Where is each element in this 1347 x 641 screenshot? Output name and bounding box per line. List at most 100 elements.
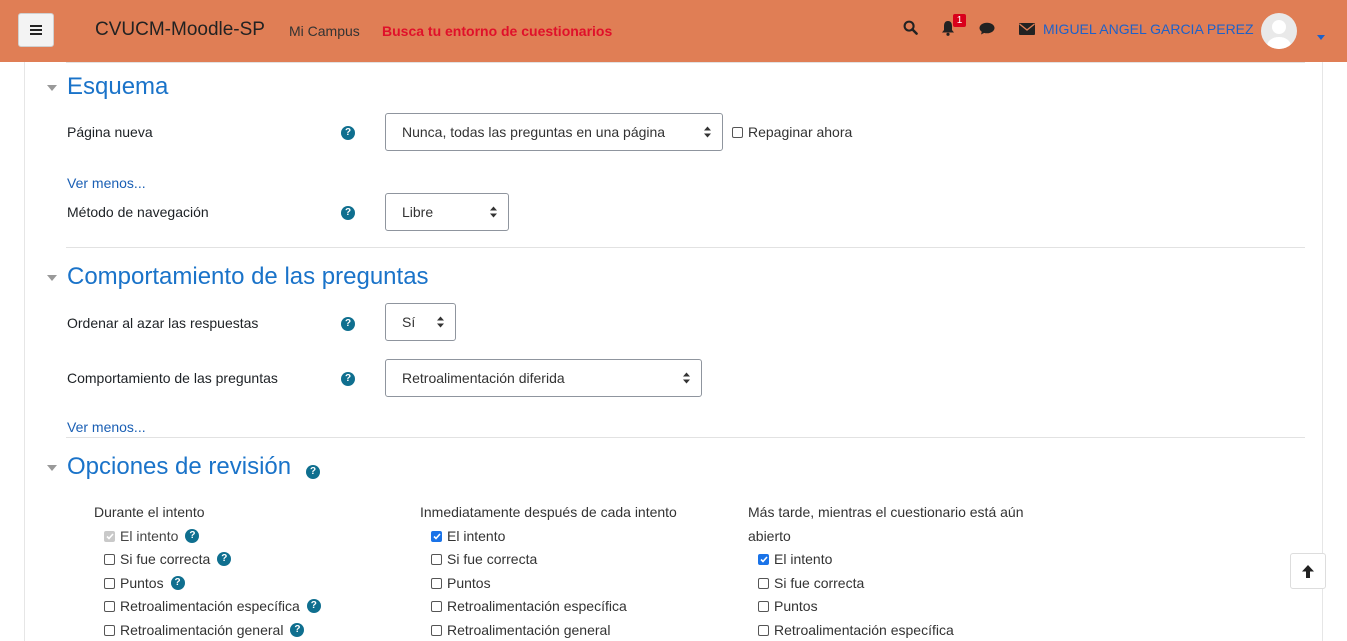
option-label: Retroalimentación general [120, 622, 284, 638]
checkbox-box[interactable] [431, 600, 442, 612]
cb-durante-retro-general[interactable]: Retroalimentación general ? [104, 622, 305, 638]
ver-menos-link[interactable]: Ver menos... [67, 175, 146, 191]
checkbox-box[interactable] [431, 553, 442, 565]
notification-badge: 1 [953, 14, 966, 27]
caret-down-icon [47, 85, 57, 91]
checkbox-box [104, 530, 115, 542]
cb-tarde-retro-especifica[interactable]: Retroalimentación específica [758, 622, 954, 638]
menu-button[interactable] [18, 13, 54, 47]
column-header-mas-tarde-line2: abierto [748, 528, 791, 544]
option-label: Puntos [774, 598, 818, 614]
cb-tarde-correcta[interactable]: Si fue correcta [758, 575, 864, 591]
checkbox-box[interactable] [431, 530, 442, 542]
top-navbar: CVUCM-Moodle-SP Mi Campus Busca tu entor… [0, 0, 1347, 62]
chat-icon[interactable] [979, 22, 995, 35]
checkbox-box[interactable] [104, 553, 115, 565]
select-arrows-icon [490, 206, 497, 218]
cb-inmediato-retro-especifica[interactable]: Retroalimentación específica [431, 598, 627, 614]
column-header-durante: Durante el intento [94, 504, 205, 520]
metodo-navegacion-select[interactable]: Libre [385, 193, 509, 231]
collapse-toggle-esquema[interactable] [47, 85, 57, 91]
collapse-toggle-revision[interactable] [47, 465, 57, 471]
ordenar-azar-label: Ordenar al azar las respuestas [67, 315, 259, 331]
checkbox-box[interactable] [758, 624, 769, 636]
comportamiento-preguntas-value: Retroalimentación diferida [402, 370, 565, 386]
checkbox-box[interactable] [431, 624, 442, 636]
metodo-navegacion-value: Libre [402, 204, 434, 220]
checkbox-box[interactable] [431, 577, 442, 589]
checkbox-box[interactable] [104, 577, 115, 589]
checkbox-box[interactable] [758, 600, 769, 612]
option-label: Retroalimentación específica [447, 598, 627, 614]
option-label: Puntos [120, 575, 164, 591]
option-label: Si fue correcta [120, 551, 211, 567]
comportamiento-preguntas-select[interactable]: Retroalimentación diferida [385, 359, 702, 397]
select-arrows-icon [704, 126, 711, 138]
comportamiento-preguntas-label: Comportamiento de las preguntas [67, 370, 278, 386]
checkbox-box[interactable] [104, 600, 115, 612]
user-menu-name[interactable]: MIGUEL ANGEL GARCIA PEREZ [1043, 21, 1254, 37]
select-arrows-icon [683, 372, 690, 384]
repaginar-label: Repaginar ahora [748, 124, 853, 140]
select-arrows-icon [437, 316, 444, 328]
option-label: El intento [447, 528, 506, 544]
option-label: Retroalimentación específica [120, 598, 300, 614]
section-title-revision[interactable]: Opciones de revisión [67, 453, 291, 481]
cb-tarde-puntos[interactable]: Puntos [758, 598, 818, 614]
pagina-nueva-label: Página nueva [67, 124, 153, 140]
content-frame-left [24, 62, 25, 641]
caret-down-icon[interactable] [1317, 27, 1325, 45]
checkbox-box[interactable] [104, 624, 115, 636]
envelope-icon[interactable] [1019, 23, 1035, 35]
help-icon[interactable]: ? [341, 126, 355, 140]
help-icon[interactable]: ? [341, 317, 355, 331]
cb-durante-puntos[interactable]: Puntos ? [104, 575, 185, 591]
search-quiz-environment-link[interactable]: Busca tu entorno de cuestionarios [382, 23, 612, 39]
section-title-comportamiento[interactable]: Comportamiento de las preguntas [67, 263, 429, 291]
option-label: Si fue correcta [447, 551, 538, 567]
collapse-toggle-comportamiento[interactable] [47, 275, 57, 281]
cb-inmediato-intento[interactable]: El intento [431, 528, 505, 544]
avatar[interactable] [1261, 13, 1297, 49]
cb-inmediato-retro-general[interactable]: Retroalimentación general [431, 622, 610, 638]
help-icon[interactable]: ? [185, 529, 200, 543]
back-to-top-button[interactable] [1290, 553, 1326, 589]
section-title-esquema[interactable]: Esquema [67, 73, 168, 101]
mi-campus-link[interactable]: Mi Campus [289, 23, 360, 39]
cb-inmediato-puntos[interactable]: Puntos [431, 575, 491, 591]
repaginar-checkbox[interactable]: Repaginar ahora [732, 124, 852, 140]
help-icon[interactable]: ? [341, 372, 355, 386]
option-label: El intento [120, 528, 179, 544]
site-brand[interactable]: CVUCM-Moodle-SP [95, 19, 265, 41]
checkbox-box[interactable] [758, 577, 769, 589]
pagina-nueva-value: Nunca, todas las preguntas en una página [402, 124, 666, 140]
cb-durante-correcta[interactable]: Si fue correcta ? [104, 551, 232, 567]
divider [66, 62, 1305, 63]
caret-down-icon [47, 275, 57, 281]
metodo-navegacion-label: Método de navegación [67, 204, 209, 220]
cb-durante-retro-especifica[interactable]: Retroalimentación específica ? [104, 598, 321, 614]
column-header-mas-tarde: Más tarde, mientras el cuestionario está… [748, 504, 1024, 520]
caret-down-icon [47, 465, 57, 471]
checkbox-box[interactable] [758, 553, 769, 565]
ordenar-azar-value: Sí [402, 314, 416, 330]
ordenar-azar-select[interactable]: Sí [385, 303, 456, 341]
option-label: Puntos [447, 575, 491, 591]
menu-icon [30, 25, 42, 35]
checkbox-box[interactable] [732, 126, 743, 138]
cb-durante-intento: El intento ? [104, 528, 200, 544]
help-icon[interactable]: ? [306, 465, 320, 479]
help-icon[interactable]: ? [217, 552, 232, 566]
search-icon[interactable] [903, 20, 918, 35]
help-icon[interactable]: ? [170, 576, 185, 590]
ver-menos-link[interactable]: Ver menos... [67, 419, 146, 435]
arrow-up-icon [1302, 564, 1314, 578]
help-icon[interactable]: ? [290, 623, 305, 637]
pagina-nueva-select[interactable]: Nunca, todas las preguntas en una página [385, 113, 723, 151]
cb-tarde-intento[interactable]: El intento [758, 551, 832, 567]
cb-inmediato-correcta[interactable]: Si fue correcta [431, 551, 537, 567]
help-icon[interactable]: ? [306, 599, 321, 613]
option-label: El intento [774, 551, 833, 567]
help-icon[interactable]: ? [341, 206, 355, 220]
column-header-inmediatamente: Inmediatamente después de cada intento [420, 504, 677, 520]
